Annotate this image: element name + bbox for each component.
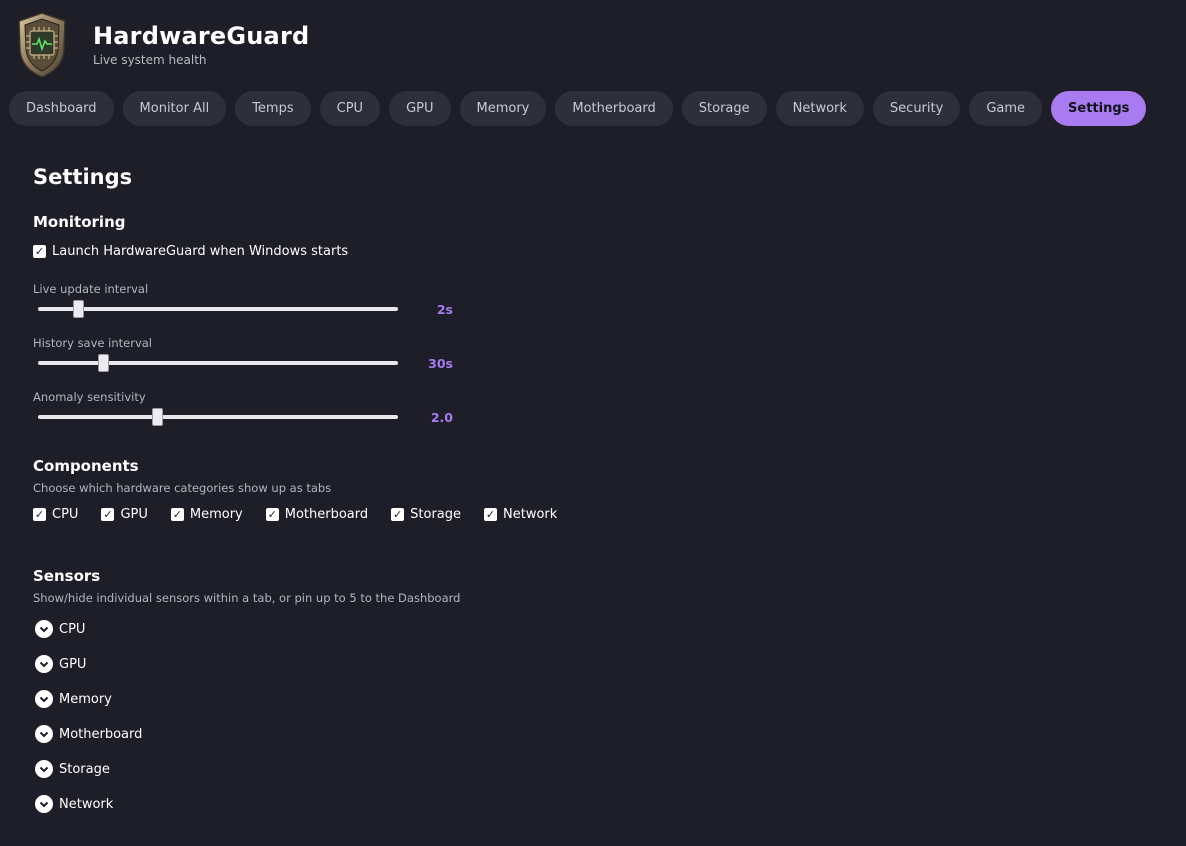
sensor-group-memory[interactable]: Memory	[35, 690, 112, 708]
tab-storage[interactable]: Storage	[681, 91, 767, 126]
component-label: Network	[503, 507, 558, 522]
history-save-interval-label: History save interval	[33, 336, 152, 350]
tab-game[interactable]: Game	[969, 91, 1043, 126]
components-heading: Components	[33, 457, 139, 475]
component-network-checkbox[interactable]: ✓ Network	[484, 507, 557, 522]
tab-memory[interactable]: Memory	[459, 91, 547, 126]
check-icon: ✓	[265, 508, 279, 521]
sensor-group-label: CPU	[59, 621, 86, 637]
anomaly-sensitivity-value: 2.0	[430, 410, 453, 425]
chevron-down-icon[interactable]	[35, 655, 53, 673]
page-title: Settings	[33, 165, 133, 189]
sensor-group-gpu[interactable]: GPU	[35, 655, 86, 673]
slider-thumb[interactable]	[72, 300, 84, 318]
check-icon: ✓	[33, 245, 46, 258]
sensor-group-network[interactable]: Network	[35, 795, 113, 813]
tab-network[interactable]: Network	[775, 91, 864, 126]
component-label: GPU	[120, 507, 148, 522]
component-label: Motherboard	[284, 507, 369, 522]
tab-security[interactable]: Security	[872, 91, 961, 126]
chevron-down-icon[interactable]	[35, 795, 53, 813]
launch-on-start-label: Launch HardwareGuard when Windows starts	[52, 244, 349, 259]
sensor-group-storage[interactable]: Storage	[35, 760, 110, 778]
component-label: CPU	[52, 507, 79, 522]
sensors-heading: Sensors	[33, 567, 101, 585]
sensor-group-label: Network	[59, 796, 114, 812]
component-gpu-checkbox[interactable]: ✓ GPU	[101, 507, 148, 522]
live-update-interval-slider[interactable]	[38, 300, 398, 318]
chevron-down-icon[interactable]	[35, 690, 53, 708]
component-cpu-checkbox[interactable]: ✓ CPU	[33, 507, 78, 522]
slider-thumb[interactable]	[97, 354, 109, 372]
sensor-group-motherboard[interactable]: Motherboard	[35, 725, 142, 743]
check-icon: ✓	[484, 508, 498, 521]
component-storage-checkbox[interactable]: ✓ Storage	[391, 507, 461, 522]
sensor-group-cpu[interactable]: CPU	[35, 620, 85, 638]
component-memory-checkbox[interactable]: ✓ Memory	[170, 507, 243, 522]
check-icon: ✓	[170, 508, 184, 521]
sensor-group-label: Storage	[59, 761, 110, 777]
sensors-description: Show/hide individual sensors within a ta…	[33, 591, 461, 605]
chevron-down-icon[interactable]	[35, 760, 53, 778]
sensor-group-label: Memory	[59, 691, 112, 707]
tab-motherboard[interactable]: Motherboard	[555, 91, 673, 126]
anomaly-sensitivity-slider[interactable]	[38, 408, 398, 426]
sensor-group-label: Motherboard	[59, 726, 143, 742]
anomaly-sensitivity-label: Anomaly sensitivity	[33, 390, 146, 404]
check-icon: ✓	[391, 508, 405, 521]
tab-settings[interactable]: Settings	[1051, 91, 1147, 126]
check-icon: ✓	[101, 508, 115, 521]
monitoring-heading: Monitoring	[33, 213, 126, 231]
chevron-down-icon[interactable]	[35, 620, 53, 638]
settings-panel: Settings Monitoring ✓ Launch HardwareGua…	[33, 0, 557, 846]
slider-thumb[interactable]	[151, 408, 163, 426]
components-description: Choose which hardware categories show up…	[33, 481, 332, 495]
components-list: ✓ CPU ✓ GPU ✓ Memory ✓ Motherboard ✓ Sto…	[33, 507, 580, 522]
chevron-down-icon[interactable]	[35, 725, 53, 743]
check-icon: ✓	[33, 508, 46, 521]
live-update-interval-label: Live update interval	[33, 282, 149, 296]
launch-on-start-checkbox[interactable]: ✓ Launch HardwareGuard when Windows star…	[33, 244, 348, 259]
component-label: Memory	[189, 507, 243, 522]
live-update-interval-value: 2s	[436, 302, 453, 317]
component-motherboard-checkbox[interactable]: ✓ Motherboard	[265, 507, 369, 522]
sensor-group-label: GPU	[59, 656, 87, 672]
history-save-interval-slider[interactable]	[38, 354, 398, 372]
history-save-interval-value: 30s	[428, 356, 453, 371]
component-label: Storage	[410, 507, 462, 522]
